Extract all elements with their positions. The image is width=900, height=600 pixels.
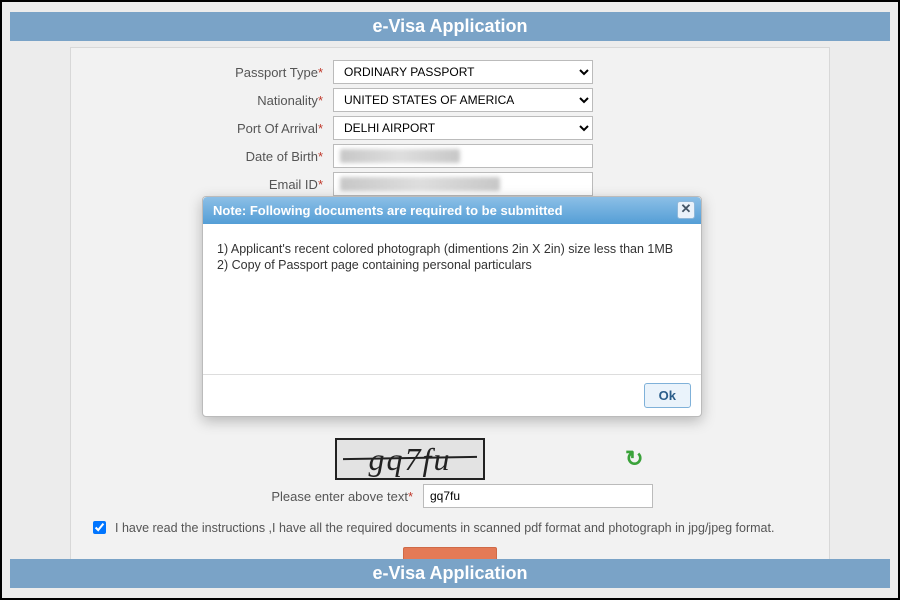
documents-modal: Note: Following documents are required t… — [202, 196, 702, 417]
nationality-select[interactable]: UNITED STATES OF AMERICA — [333, 88, 593, 112]
dob-label: Date of Birth* — [83, 149, 333, 164]
captcha-image: gq7fu — [335, 438, 485, 480]
modal-title: Note: Following documents are required t… — [203, 197, 701, 224]
consent-checkbox[interactable] — [93, 521, 106, 534]
port-label: Port Of Arrival* — [83, 121, 333, 136]
modal-doc-2: 2) Copy of Passport page containing pers… — [217, 258, 687, 272]
captcha-entry-label: Please enter above text* — [83, 489, 423, 504]
refresh-icon[interactable]: ↻ — [625, 446, 643, 472]
modal-doc-1: 1) Applicant's recent colored photograph… — [217, 242, 687, 256]
dob-input[interactable] — [333, 144, 593, 168]
close-icon[interactable]: ✕ — [677, 201, 695, 219]
modal-body: 1) Applicant's recent colored photograph… — [203, 224, 701, 374]
passport-type-select[interactable]: ORDINARY PASSPORT — [333, 60, 593, 84]
nationality-label: Nationality* — [83, 93, 333, 108]
port-select[interactable]: DELHI AIRPORT — [333, 116, 593, 140]
email-input[interactable] — [333, 172, 593, 196]
consent-text: I have read the instructions ,I have all… — [115, 521, 774, 535]
email-label: Email ID* — [83, 177, 333, 192]
banner-bottom: e-Visa Application — [10, 559, 890, 588]
captcha-input[interactable] — [423, 484, 653, 508]
banner-top: e-Visa Application — [10, 12, 890, 41]
passport-type-label: Passport Type* — [83, 65, 333, 80]
ok-button[interactable]: Ok — [644, 383, 691, 408]
